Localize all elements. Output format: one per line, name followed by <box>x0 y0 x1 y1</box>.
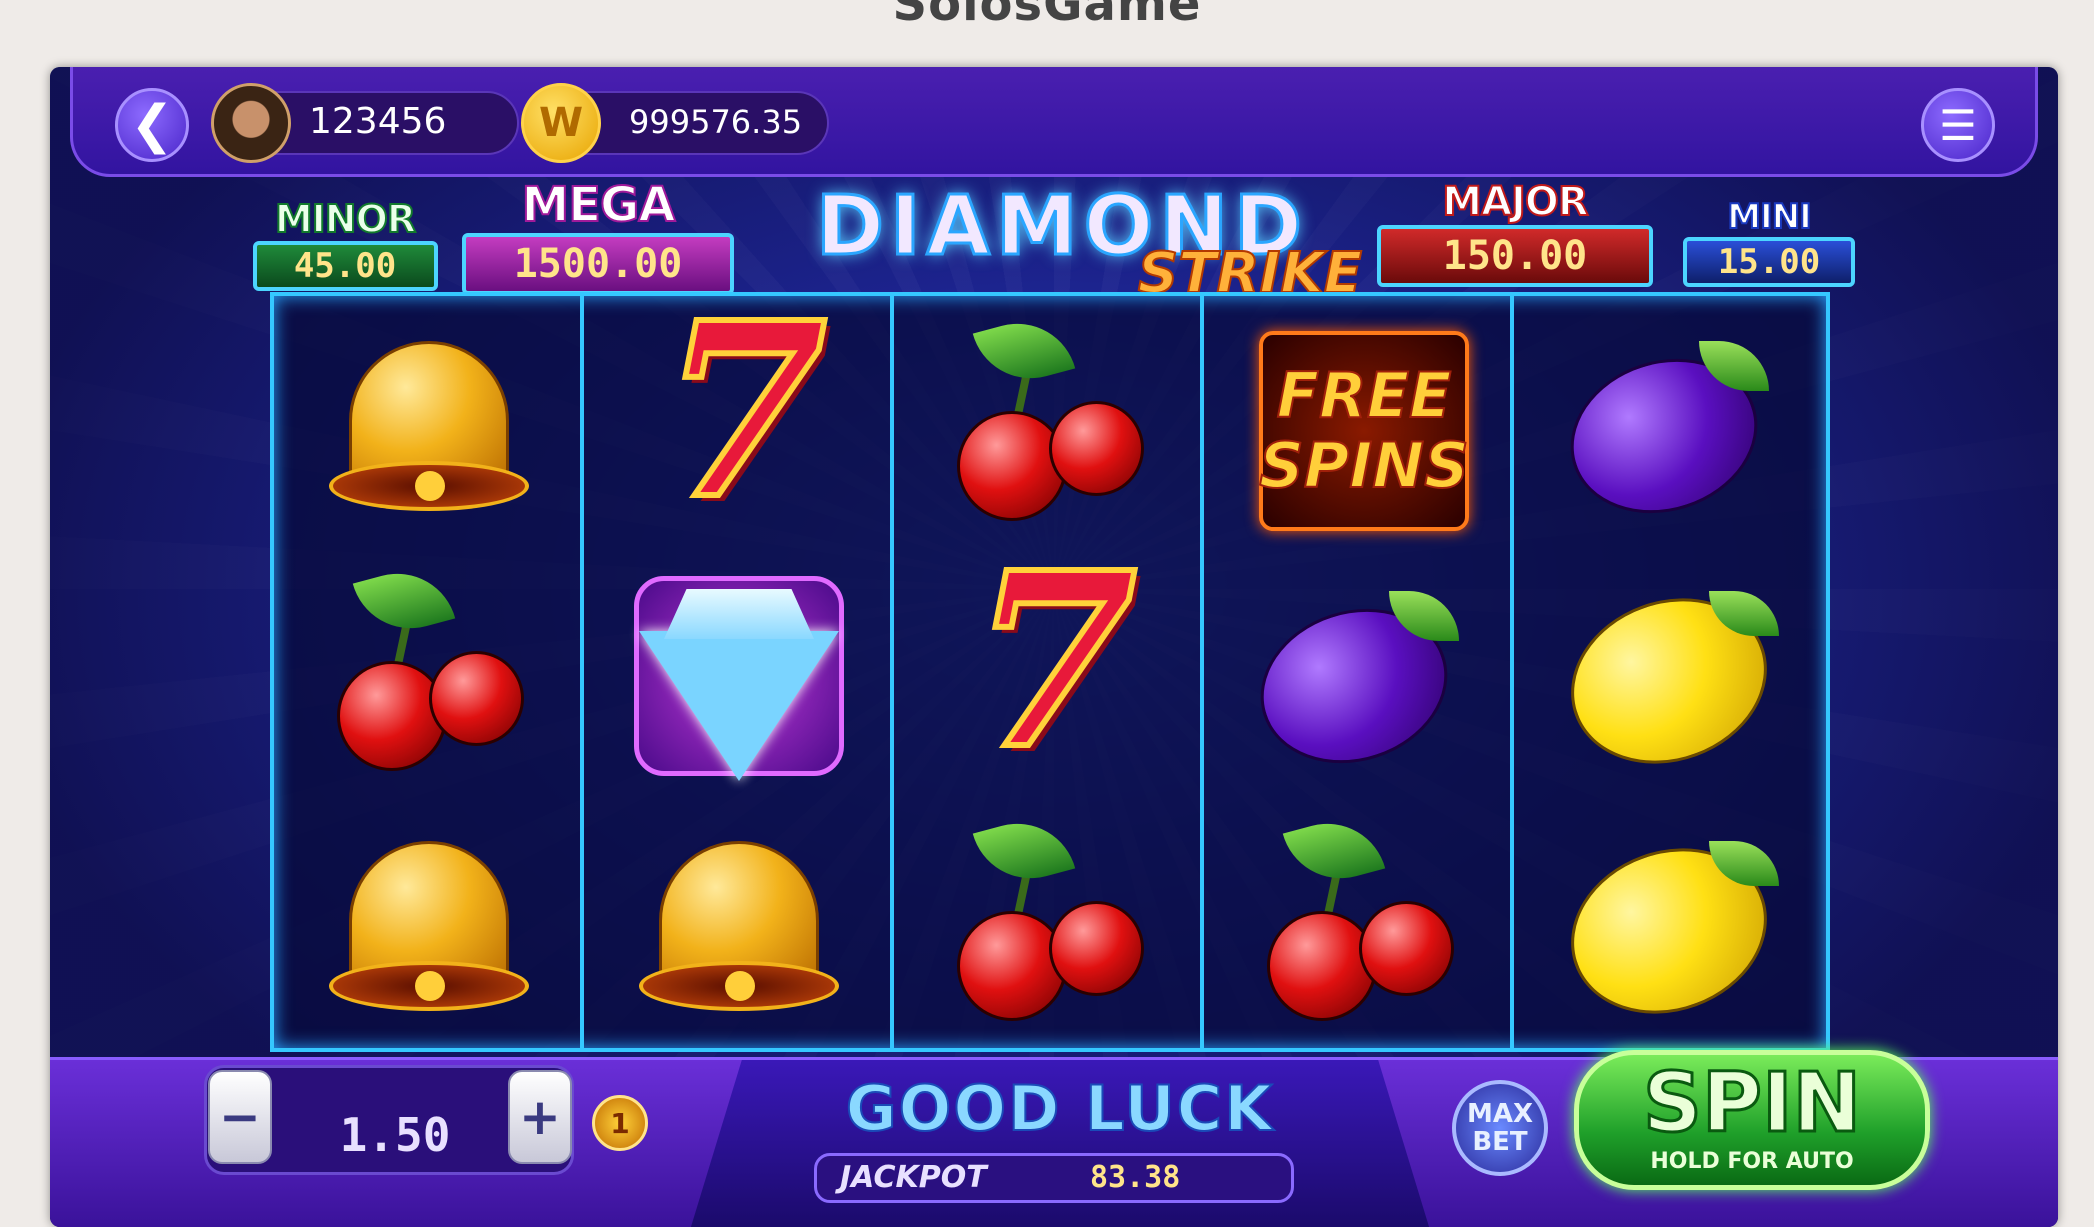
status-message: GOOD LUCK <box>845 1071 1275 1146</box>
spin-hold-label: HOLD FOR AUTO <box>1650 1149 1854 1174</box>
lemon-symbol-icon <box>1547 571 1791 791</box>
game-logo: DIAMOND STRIKE <box>772 178 1372 308</box>
reel-cell <box>894 296 1204 546</box>
max-bet-button[interactable]: MAX BET <box>1452 1080 1548 1176</box>
reel-cell: 7 <box>584 270 894 552</box>
reel-2: 7 <box>584 270 894 1048</box>
jackpot-mega-label: MEGA <box>520 176 676 234</box>
reel-cell: 7 <box>894 520 1204 802</box>
reel-4: FREE SPINS <box>1204 296 1514 1048</box>
bell-symbol-icon <box>319 321 539 521</box>
reel-cell: FREE SPINS <box>1204 296 1514 546</box>
menu-button[interactable]: ☰ <box>1921 88 1995 162</box>
game-frame: ❮ 123456 W 999576.35 ☰ MINOR 45.00 MEGA … <box>50 67 2058 1227</box>
free-spins-line2: SPINS <box>1258 429 1470 502</box>
reel-5 <box>1514 296 1824 1048</box>
jackpot-mini: MINI 15.00 <box>1674 196 1864 287</box>
cherry-symbol-icon <box>939 810 1159 1021</box>
free-spins-symbol-icon: FREE SPINS <box>1249 321 1470 531</box>
jackpot-minor: MINOR 45.00 <box>250 196 440 291</box>
reel-cell <box>1204 546 1514 796</box>
max-bet-line2: BET <box>1472 1127 1528 1157</box>
jackpot-mini-value: 15.00 <box>1683 237 1855 287</box>
decrease-bet-button[interactable]: − <box>208 1070 272 1164</box>
jackpot-major-value: 150.00 <box>1377 225 1653 287</box>
top-bar: ❮ 123456 W 999576.35 ☰ <box>70 67 2038 177</box>
reel-1 <box>274 296 584 1048</box>
max-bet-line1: MAX <box>1466 1099 1534 1129</box>
back-button[interactable]: ❮ <box>115 88 189 162</box>
jackpot-value: 83.38 <box>1090 1160 1181 1195</box>
reel-cell <box>1514 296 1824 546</box>
reel-cell <box>1514 546 1824 796</box>
reel-cell <box>274 296 584 546</box>
cherry-symbol-icon <box>939 310 1159 521</box>
spin-button[interactable]: SPIN HOLD FOR AUTO <box>1574 1050 1930 1190</box>
increase-bet-button[interactable]: + <box>508 1070 572 1164</box>
seven-symbol-icon: 7 <box>658 270 831 552</box>
jackpot-minor-value: 45.00 <box>252 241 438 291</box>
free-spins-line1: FREE <box>1276 359 1453 432</box>
reel-cell <box>584 796 894 1046</box>
reel-grid: 7 7 FREE SPINS <box>270 270 1830 1052</box>
plum-symbol-icon <box>1240 571 1469 787</box>
site-title: SolosGame <box>892 0 1202 32</box>
jackpot-major-label: MAJOR <box>1441 178 1589 226</box>
diamond-symbol-icon <box>629 571 849 781</box>
back-arrow-icon: ❮ <box>130 95 174 155</box>
jackpot-label: JACKPOT <box>840 1160 987 1195</box>
seven-symbol-icon: 7 <box>968 520 1141 802</box>
cherry-symbol-icon <box>1249 810 1469 1021</box>
bell-symbol-icon <box>319 821 539 1021</box>
cherry-symbol-icon <box>319 560 539 771</box>
jackpot-minor-label: MINOR <box>274 196 417 242</box>
lemon-symbol-icon <box>1547 821 1791 1041</box>
bell-symbol-icon <box>629 821 849 1021</box>
coin-balance: 999576.35 <box>629 103 803 141</box>
hamburger-menu-icon: ☰ <box>1939 100 1977 150</box>
bottom-control-bar: − 1.50 + 1 GOOD LUCK JACKPOT 83.38 MAX B… <box>50 1050 2058 1227</box>
coin-icon: W <box>521 83 601 163</box>
reel-cell <box>274 796 584 1046</box>
jackpot-major: MAJOR 150.00 <box>1370 178 1660 287</box>
reel-cell <box>584 546 894 796</box>
reel-cell <box>1514 796 1824 1046</box>
reel-cell <box>894 796 1204 1046</box>
spin-label: SPIN <box>1641 1056 1862 1151</box>
user-id: 123456 <box>309 101 447 142</box>
jackpot-mini-label: MINI <box>1726 196 1813 238</box>
reel-cell <box>1204 796 1514 1046</box>
bet-amount: 1.50 <box>339 1108 451 1162</box>
lines-badge[interactable]: 1 <box>592 1095 648 1151</box>
reel-3: 7 <box>894 296 1204 1048</box>
plum-symbol-icon <box>1550 321 1779 537</box>
reel-cell <box>274 546 584 796</box>
avatar[interactable] <box>211 83 291 163</box>
